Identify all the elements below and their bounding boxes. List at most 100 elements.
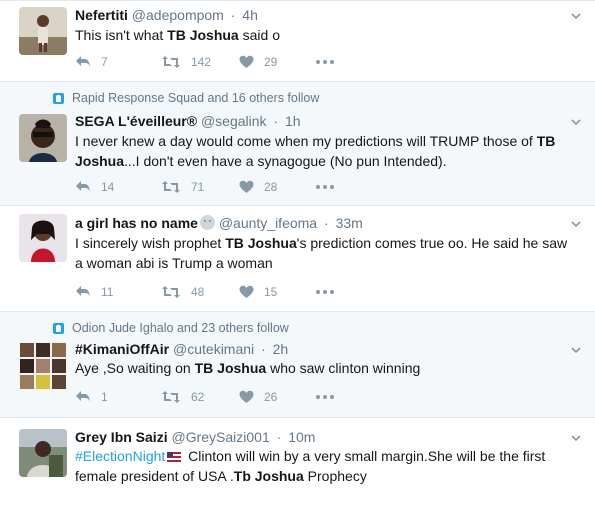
tweet-header: #KimaniOffAir @cutekimani · 2h xyxy=(75,341,288,357)
separator-dot: · xyxy=(273,113,279,129)
reply-button[interactable]: 7 xyxy=(75,55,161,69)
tweet[interactable]: Rapid Response Squad and 16 others follo… xyxy=(0,82,595,206)
avatar[interactable] xyxy=(19,342,67,390)
text-bold: Joshua xyxy=(75,153,125,169)
chevron-down-icon[interactable] xyxy=(571,117,581,127)
like-button[interactable]: 29 xyxy=(239,55,316,69)
author-name[interactable]: SEGA L'éveilleur® xyxy=(75,113,197,129)
reply-icon xyxy=(76,286,90,298)
retweet-count: 62 xyxy=(191,390,205,404)
avatar[interactable] xyxy=(19,429,67,477)
text-segment: Aye ,So waiting on xyxy=(75,360,195,376)
author-handle[interactable]: @GreySaizi001 xyxy=(171,429,269,445)
like-icon xyxy=(239,180,254,193)
avatar[interactable] xyxy=(19,214,67,262)
retweet-count: 71 xyxy=(191,180,205,194)
avatar[interactable] xyxy=(19,7,67,55)
retweet-icon xyxy=(162,181,180,193)
author-name[interactable]: #KimaniOffAir xyxy=(75,341,169,357)
tweet-timestamp[interactable]: 1h xyxy=(285,113,301,129)
author-handle[interactable]: @cutekimani xyxy=(173,341,254,357)
avatar[interactable] xyxy=(19,114,67,162)
follow-context-text[interactable]: Rapid Response Squad and 16 others follo… xyxy=(72,91,319,105)
like-button[interactable]: 15 xyxy=(239,285,316,299)
reply-button[interactable]: 1 xyxy=(75,390,161,404)
like-count: 29 xyxy=(264,55,278,69)
text-segment: I sincerely wish prophet xyxy=(75,235,226,251)
tweet[interactable]: Grey Ibn Saizi @GreySaizi001 · 10m #Elec… xyxy=(0,418,595,524)
text-segment: Prophecy xyxy=(303,468,367,484)
tweet-text: I sincerely wish prophet TB Joshua's pre… xyxy=(75,233,575,273)
text-bold: TB Joshua xyxy=(167,27,239,43)
tweet-timestamp[interactable]: 4h xyxy=(242,7,258,23)
like-icon xyxy=(239,390,254,403)
tweet-text: I never knew a day would come when my pr… xyxy=(75,131,575,171)
follow-context-text[interactable]: Odion Jude Ighalo and 23 others follow xyxy=(72,321,289,335)
text-bold: TB Joshua xyxy=(225,235,297,251)
like-button[interactable]: 28 xyxy=(239,180,316,194)
author-name[interactable]: Nefertiti xyxy=(75,7,128,23)
author-name[interactable]: a girl has no name xyxy=(75,215,198,231)
separator-dot: · xyxy=(324,215,329,231)
tweet-timestamp[interactable]: 33m xyxy=(336,215,363,231)
tweet-header: Grey Ibn Saizi @GreySaizi001 · 10m xyxy=(75,429,315,445)
retweet-button[interactable]: 142 xyxy=(161,55,239,69)
tweet-feed: Nefertiti @adepompom · 4h This isn't wha… xyxy=(0,0,595,524)
tweet-text: Aye ,So waiting on TB Joshua who saw cli… xyxy=(75,358,575,378)
reply-icon xyxy=(76,391,90,403)
tweet-header: Nefertiti @adepompom · 4h xyxy=(75,7,258,23)
follow-context-icon xyxy=(53,92,64,104)
retweet-icon xyxy=(162,391,180,403)
more-icon[interactable] xyxy=(316,185,346,189)
author-handle[interactable]: @aunty_ifeoma xyxy=(219,215,317,231)
tweet[interactable]: Nefertiti @adepompom · 4h This isn't wha… xyxy=(0,1,595,82)
text-segment: said o xyxy=(238,27,280,43)
hashtag-link[interactable]: #ElectionNight xyxy=(75,448,165,464)
retweet-count: 142 xyxy=(191,55,212,69)
tweet[interactable]: Odion Jude Ighalo and 23 others follow #… xyxy=(0,312,595,418)
tweet[interactable]: a girl has no name @aunty_ifeoma · 33m I… xyxy=(0,206,595,312)
tweet-text: #ElectionNight Clinton will win by a ver… xyxy=(75,446,575,486)
author-name[interactable]: Grey Ibn Saizi xyxy=(75,429,168,445)
chevron-down-icon[interactable] xyxy=(571,433,581,443)
like-icon xyxy=(239,285,254,298)
tweet-timestamp[interactable]: 10m xyxy=(288,429,315,445)
reply-count: 1 xyxy=(101,390,108,404)
retweet-button[interactable]: 71 xyxy=(161,180,239,194)
chevron-down-icon[interactable] xyxy=(571,11,581,21)
chevron-down-icon[interactable] xyxy=(571,219,581,229)
follow-context: Rapid Response Squad and 16 others follo… xyxy=(53,91,319,105)
tweet-text: This isn't what TB Joshua said o xyxy=(75,25,575,45)
more-icon[interactable] xyxy=(316,395,346,399)
author-handle[interactable]: @segalink xyxy=(201,113,267,129)
more-icon[interactable] xyxy=(316,60,346,64)
reply-button[interactable]: 11 xyxy=(75,285,161,299)
like-button[interactable]: 26 xyxy=(239,390,316,404)
reply-button[interactable]: 14 xyxy=(75,180,161,194)
author-handle[interactable]: @adepompom xyxy=(132,7,224,23)
chevron-down-icon[interactable] xyxy=(571,345,581,355)
retweet-button[interactable]: 48 xyxy=(161,285,239,299)
tweet-header: a girl has no name @aunty_ifeoma · 33m xyxy=(75,215,363,231)
retweet-count: 48 xyxy=(191,285,205,299)
like-count: 28 xyxy=(264,180,278,194)
like-count: 15 xyxy=(264,285,278,299)
like-count: 26 xyxy=(264,390,278,404)
neutral-face-emoji-icon xyxy=(199,215,215,230)
more-icon[interactable] xyxy=(316,290,346,294)
retweet-icon xyxy=(162,56,180,68)
like-icon xyxy=(239,55,254,68)
follow-context: Odion Jude Ighalo and 23 others follow xyxy=(53,321,289,335)
text-bold: TB Joshua xyxy=(194,360,267,376)
reply-count: 14 xyxy=(101,180,115,194)
text-segment: who saw clinton winning xyxy=(266,360,421,376)
retweet-button[interactable]: 62 xyxy=(161,390,239,404)
tweet-timestamp[interactable]: 2h xyxy=(273,341,289,357)
text-bold: Tb Joshua xyxy=(233,468,304,484)
separator-dot: · xyxy=(276,429,282,445)
reply-count: 11 xyxy=(101,285,114,299)
us-flag-emoji-icon xyxy=(167,452,182,462)
tweet-header: SEGA L'éveilleur® @segalink · 1h xyxy=(75,113,301,129)
separator-dot: · xyxy=(261,341,266,357)
text-segment: This isn't what xyxy=(75,27,168,43)
